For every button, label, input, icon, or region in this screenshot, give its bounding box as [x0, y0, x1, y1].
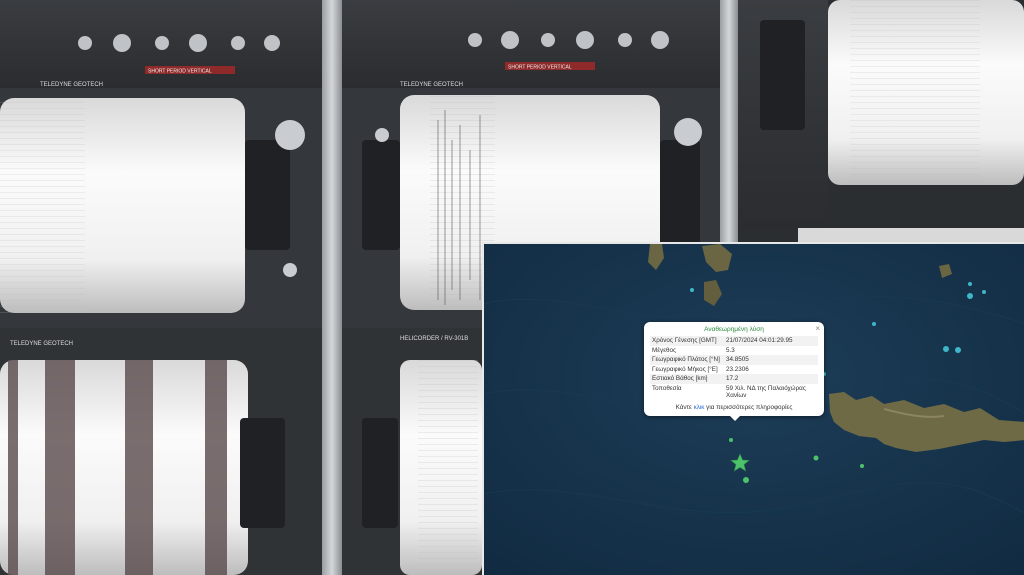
row-value: 17.2 — [724, 374, 818, 384]
row-label: Χρόνος Γένεσης [GMT] — [650, 336, 724, 346]
brand-label-3: TELEDYNE GEOTECH — [10, 341, 73, 347]
row-label: Εστιακό Βάθος [km] — [650, 374, 724, 384]
row-label: Τοποθεσία — [652, 384, 682, 392]
row-value: 23.2306 — [726, 365, 749, 373]
brand-label: TELEDYNE GEOTECH — [40, 82, 103, 88]
more-prefix: Κάντε — [675, 403, 694, 411]
popup-title: Αναθεωρημένη λύση — [704, 326, 764, 333]
row-label: Γεωγραφικό Πλάτος [°N] — [650, 355, 724, 365]
table-row: Γεωγραφικό Πλάτος [°N] 34.8505 — [650, 355, 818, 365]
row-label: Γεωγραφικό Μήκος [°E] — [652, 365, 718, 373]
row-value: 59 Χιλ. ΝΔ της Παλαιόχώρας Χανίων — [726, 384, 806, 400]
popup-tip — [730, 415, 740, 421]
row-value: 21/07/2024 04:01:29.95 — [724, 336, 818, 346]
more-info-text: Κάντε κλικ για περισσότερες πληροφορίες — [650, 404, 818, 411]
more-suffix: για περισσότερες πληροφορίες — [704, 403, 793, 411]
table-row: Μέγεθος 5.3 — [650, 346, 818, 356]
info-table: Χρόνος Γένεσης [GMT] 21/07/2024 04:01:29… — [650, 336, 818, 401]
model-label: HELICORDER / RV-301B — [400, 336, 468, 342]
table-row: Χρόνος Γένεσης [GMT] 21/07/2024 04:01:29… — [650, 336, 818, 346]
earthquake-map[interactable]: × Αναθεωρημένη λύση Χρόνος Γένεσης [GMT]… — [482, 242, 1024, 575]
brand-label-2: TELEDYNE GEOTECH — [400, 82, 463, 88]
panel-caption-2: SHORT PERIOD VERTICAL — [508, 65, 572, 71]
panel-caption: SHORT PERIOD VERTICAL — [148, 69, 212, 75]
earthquake-info-popup: × Αναθεωρημένη λύση Χρόνος Γένεσης [GMT]… — [644, 322, 824, 421]
table-row: Τοποθεσία 59 Χιλ. ΝΔ της Παλαιόχώρας Χαν… — [650, 384, 818, 401]
row-label: Μέγεθος — [652, 346, 677, 354]
more-info-link[interactable]: κλικ — [694, 404, 705, 411]
close-icon[interactable]: × — [815, 324, 820, 333]
row-value: 34.8505 — [724, 355, 818, 365]
row-value: 5.3 — [726, 346, 735, 354]
table-row: Εστιακό Βάθος [km] 17.2 — [650, 374, 818, 384]
table-row: Γεωγραφικό Μήκος [°E] 23.2306 — [650, 365, 818, 375]
